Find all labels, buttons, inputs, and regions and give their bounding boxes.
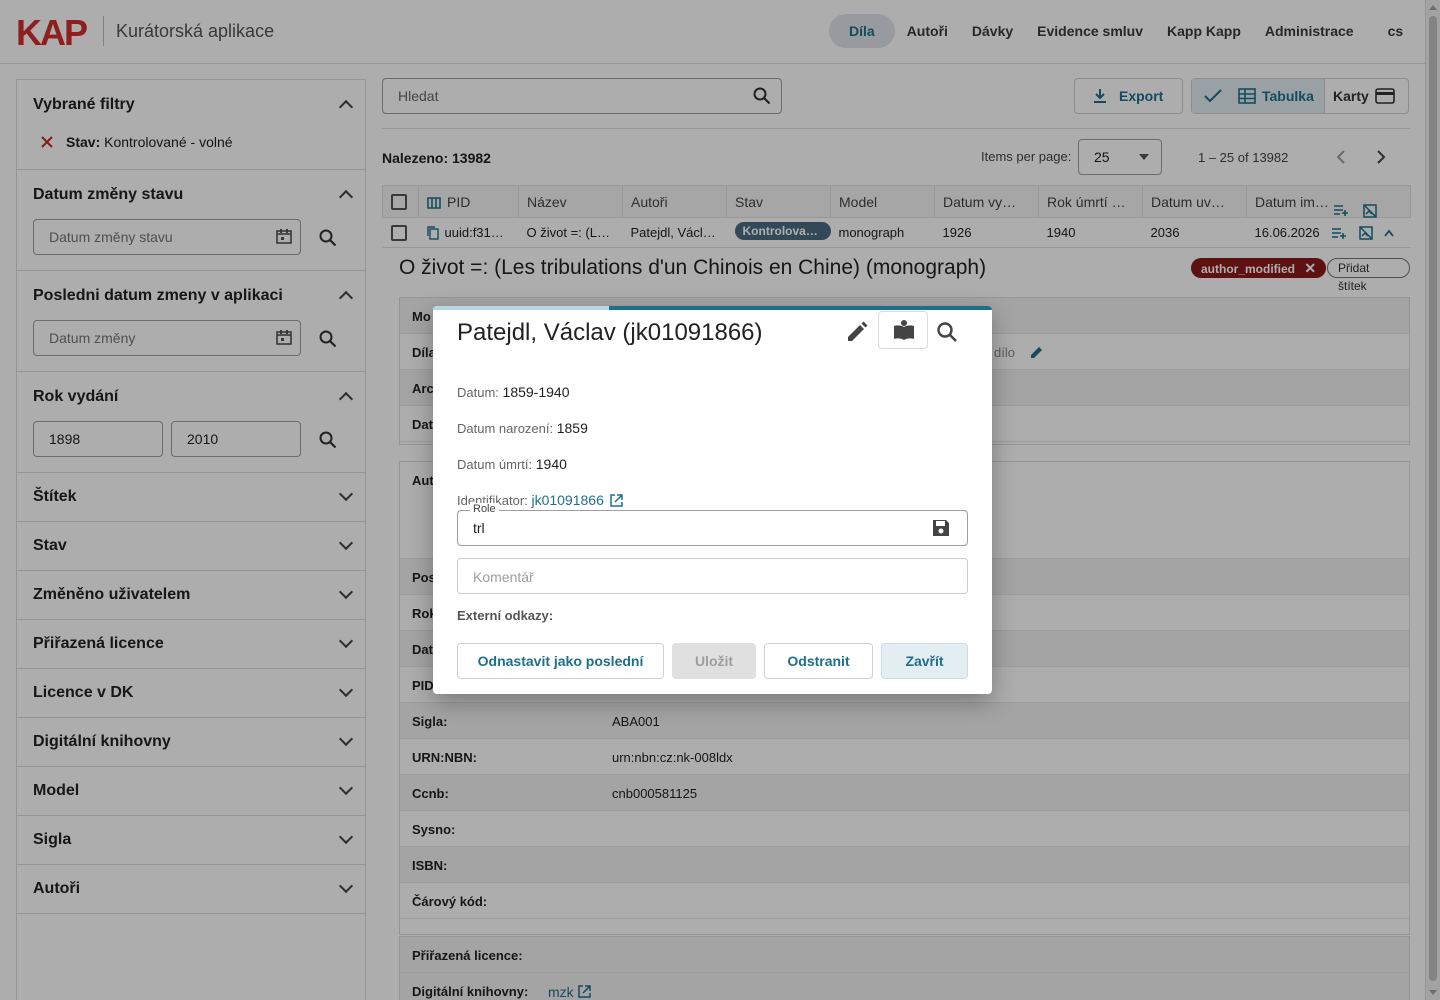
edit-icon[interactable] xyxy=(845,320,869,344)
role-label: Role xyxy=(470,503,499,515)
close-button[interactable]: Zavřít xyxy=(881,643,968,679)
library-button[interactable] xyxy=(878,311,928,349)
dates-line: Datum: 1859-1940 xyxy=(457,384,569,400)
comment-field[interactable]: Komentář xyxy=(457,558,968,594)
author-dialog: Patejdl, Václav (jk01091866) Datum: 1859… xyxy=(433,306,992,694)
role-field[interactable]: Role trl xyxy=(457,503,968,546)
dialog-title: Patejdl, Václav (jk01091866) xyxy=(457,319,763,346)
birth-line: Datum narození: 1859 xyxy=(457,420,588,436)
progress-bar xyxy=(433,306,992,310)
identifier-link[interactable]: jk01091866 xyxy=(531,492,603,508)
death-line: Datum úmrtí: 1940 xyxy=(457,456,567,472)
open-in-new-icon[interactable] xyxy=(610,494,624,507)
birth-label: Datum narození: xyxy=(457,421,554,436)
death-label: Datum úmrtí: xyxy=(457,457,533,472)
external-links-label: Externí odkazy: xyxy=(457,608,554,623)
comment-placeholder: Komentář xyxy=(473,569,534,585)
save-icon[interactable] xyxy=(932,519,950,537)
save-button[interactable]: Uložit xyxy=(672,643,756,679)
role-value: trl xyxy=(473,520,485,536)
library-book-icon xyxy=(894,320,914,340)
search-icon[interactable] xyxy=(935,320,959,344)
dates-label: Datum: xyxy=(457,385,499,400)
unset-last-button[interactable]: Odnastavit jako poslední xyxy=(457,643,664,679)
dates-value: 1859-1940 xyxy=(502,384,570,400)
remove-button[interactable]: Odstranit xyxy=(764,643,873,679)
birth-value: 1859 xyxy=(556,420,588,436)
death-value: 1940 xyxy=(535,456,567,472)
progress-fill xyxy=(609,306,992,310)
